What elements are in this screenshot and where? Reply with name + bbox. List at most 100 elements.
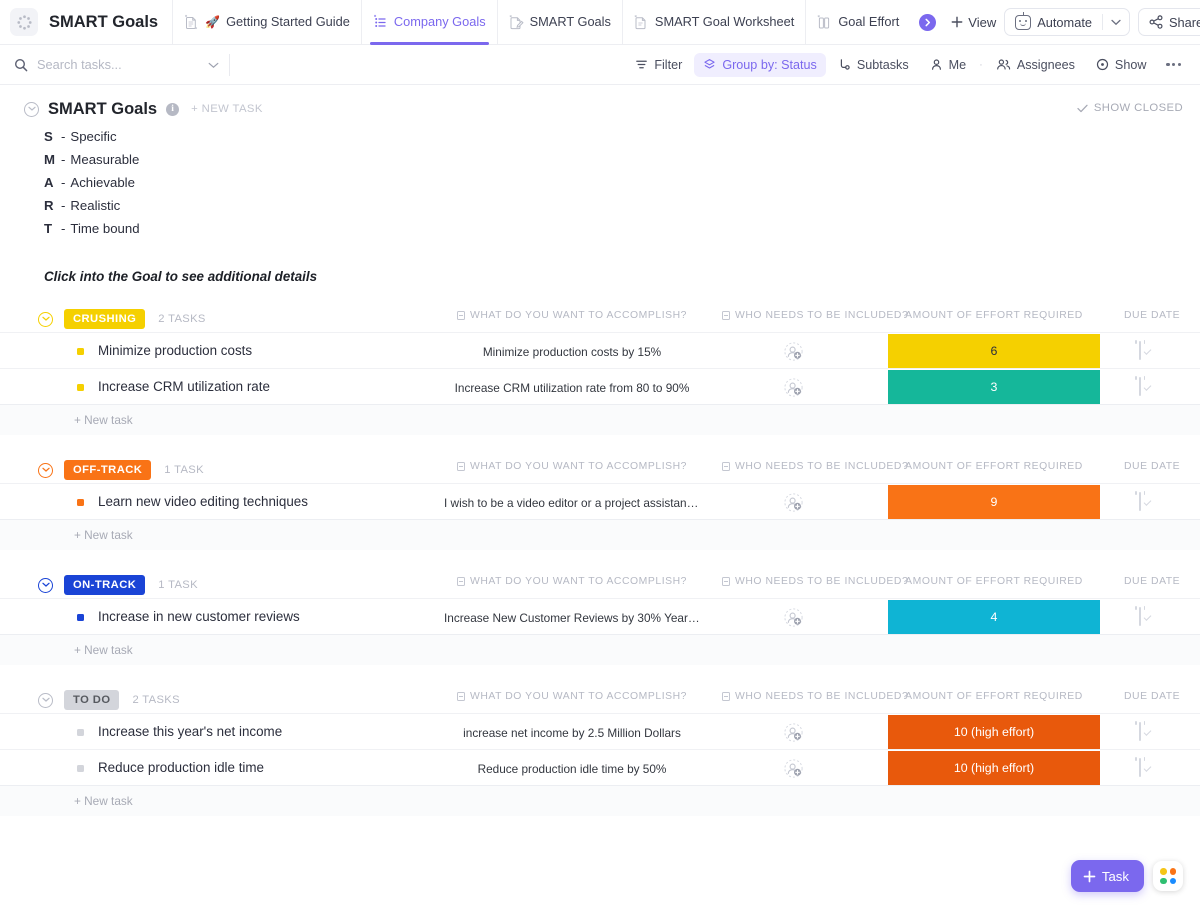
search-tasks-container[interactable] xyxy=(14,45,219,85)
tab-company-goals[interactable]: Company Goals xyxy=(361,0,497,45)
effort-cell[interactable]: 6 xyxy=(888,334,1100,368)
table-row[interactable]: Learn new video editing techniques I wish… xyxy=(0,484,1200,520)
new-task-row[interactable]: + New task xyxy=(0,405,1200,435)
column-header-due-date[interactable]: DUE DATE xyxy=(1124,576,1180,587)
status-dot-icon[interactable] xyxy=(77,614,84,621)
info-icon[interactable]: i xyxy=(166,103,179,116)
add-assignee-button[interactable] xyxy=(784,493,803,512)
due-date-cell[interactable] xyxy=(1139,342,1157,360)
new-task-row[interactable]: + New task xyxy=(0,635,1200,665)
status-badge[interactable]: TO DO xyxy=(64,690,119,710)
new-task-header-button[interactable]: + NEW TASK xyxy=(191,103,263,115)
search-input[interactable] xyxy=(37,57,157,72)
due-date-cell[interactable] xyxy=(1139,608,1157,626)
chevron-down-icon[interactable] xyxy=(1103,9,1129,35)
task-name[interactable]: Increase CRM utilization rate xyxy=(98,379,270,394)
due-date-cell[interactable] xyxy=(1139,493,1157,511)
task-accomplish-value[interactable]: Minimize production costs by 15% xyxy=(444,345,700,359)
status-dot-icon[interactable] xyxy=(77,499,84,506)
column-header-accomplish[interactable]: WHAT DO YOU WANT TO ACCOMPLISH? xyxy=(444,691,700,702)
effort-cell[interactable]: 4 xyxy=(888,600,1100,634)
status-badge[interactable]: OFF-TRACK xyxy=(64,460,151,480)
task-accomplish-value[interactable]: increase net income by 2.5 Million Dolla… xyxy=(444,726,700,740)
more-options-icon[interactable] xyxy=(1158,57,1189,72)
filter-button[interactable]: Filter xyxy=(626,53,691,77)
clickup-logo-icon[interactable] xyxy=(10,8,38,36)
status-badge[interactable]: CRUSHING xyxy=(64,309,145,329)
column-header-effort[interactable]: AMOUNT OF EFFORT REQUIRED xyxy=(888,691,1100,702)
column-header-due-date[interactable]: DUE DATE xyxy=(1124,691,1180,702)
effort-cell[interactable]: 3 xyxy=(888,370,1100,404)
share-button[interactable]: Share xyxy=(1138,8,1200,36)
legend-item-t: T - Time bound xyxy=(44,221,1200,244)
due-date-cell[interactable] xyxy=(1139,723,1157,741)
group-by-button[interactable]: Group by: Status xyxy=(694,53,826,77)
column-header-included[interactable]: WHO NEEDS TO BE INCLUDED? xyxy=(722,691,908,702)
collapse-list-icon[interactable] xyxy=(24,102,39,117)
column-header-included[interactable]: WHO NEEDS TO BE INCLUDED? xyxy=(722,576,908,587)
column-header-effort[interactable]: AMOUNT OF EFFORT REQUIRED xyxy=(888,576,1100,587)
add-assignee-button[interactable] xyxy=(784,342,803,361)
automate-button[interactable]: Automate xyxy=(1004,8,1130,36)
task-accomplish-value[interactable]: Reduce production idle time by 50% xyxy=(444,762,700,776)
task-name[interactable]: Reduce production idle time xyxy=(98,760,264,775)
table-row[interactable]: Reduce production idle time Reduce produc… xyxy=(0,750,1200,786)
status-dot-icon[interactable] xyxy=(77,729,84,736)
collapse-group-icon[interactable] xyxy=(38,463,53,478)
legend-dash: - xyxy=(61,175,65,190)
task-accomplish-value[interactable]: I wish to be a video editor or a project… xyxy=(444,496,700,510)
task-name[interactable]: Learn new video editing techniques xyxy=(98,494,308,509)
due-date-cell[interactable] xyxy=(1139,759,1157,777)
check-icon xyxy=(1077,104,1088,113)
status-dot-icon[interactable] xyxy=(77,348,84,355)
collapse-group-icon[interactable] xyxy=(38,578,53,593)
effort-cell[interactable]: 9 xyxy=(888,485,1100,519)
table-row[interactable]: Increase this year's net income increase … xyxy=(0,714,1200,750)
create-task-fab[interactable]: Task xyxy=(1071,860,1144,892)
effort-cell[interactable]: 10 (high effort) xyxy=(888,751,1100,785)
column-header-included[interactable]: WHO NEEDS TO BE INCLUDED? xyxy=(722,461,908,472)
task-name[interactable]: Minimize production costs xyxy=(98,343,252,358)
task-name[interactable]: Increase in new customer reviews xyxy=(98,609,300,624)
column-header-accomplish[interactable]: WHAT DO YOU WANT TO ACCOMPLISH? xyxy=(444,461,700,472)
table-row[interactable]: Minimize production costs Minimize produc… xyxy=(0,333,1200,369)
column-header-accomplish[interactable]: WHAT DO YOU WANT TO ACCOMPLISH? xyxy=(444,576,700,587)
assignees-filter-button[interactable]: Assignees xyxy=(987,53,1084,77)
table-row[interactable]: Increase CRM utilization rate Increase CR… xyxy=(0,369,1200,405)
me-filter-button[interactable]: Me xyxy=(921,53,976,77)
add-assignee-button[interactable] xyxy=(784,759,803,778)
due-date-cell[interactable] xyxy=(1139,378,1157,396)
column-header-due-date[interactable]: DUE DATE xyxy=(1124,310,1180,321)
effort-cell[interactable]: 10 (high effort) xyxy=(888,715,1100,749)
collapse-group-icon[interactable] xyxy=(38,312,53,327)
column-header-effort[interactable]: AMOUNT OF EFFORT REQUIRED xyxy=(888,310,1100,321)
task-name[interactable]: Increase this year's net income xyxy=(98,724,282,739)
table-row[interactable]: Increase in new customer reviews Increase… xyxy=(0,599,1200,635)
column-header-included[interactable]: WHO NEEDS TO BE INCLUDED? xyxy=(722,310,908,321)
status-dot-icon[interactable] xyxy=(77,384,84,391)
column-header-due-date[interactable]: DUE DATE xyxy=(1124,461,1180,472)
add-assignee-button[interactable] xyxy=(784,608,803,627)
add-assignee-button[interactable] xyxy=(784,723,803,742)
status-dot-icon[interactable] xyxy=(77,765,84,772)
tab-smart-goals[interactable]: SMART Goals xyxy=(497,0,622,45)
add-view-button[interactable]: View xyxy=(943,10,1004,35)
status-badge[interactable]: ON-TRACK xyxy=(64,575,145,595)
show-button[interactable]: Show xyxy=(1087,53,1156,77)
collapse-group-icon[interactable] xyxy=(38,693,53,708)
task-accomplish-value[interactable]: Increase New Customer Reviews by 30% Yea… xyxy=(444,611,700,625)
task-accomplish-value[interactable]: Increase CRM utilization rate from 80 to… xyxy=(444,381,700,395)
tab-smart-goal-worksheet[interactable]: SMART Goal Worksheet xyxy=(622,0,805,45)
tab-goal-effort[interactable]: Goal Effort xyxy=(805,0,910,45)
subtasks-button[interactable]: Subtasks xyxy=(829,53,918,77)
new-task-row[interactable]: + New task xyxy=(0,520,1200,550)
column-header-effort[interactable]: AMOUNT OF EFFORT REQUIRED xyxy=(888,461,1100,472)
chevron-right-circle-icon[interactable] xyxy=(919,14,936,31)
tab-getting-started-guide[interactable]: 🚀 Getting Started Guide xyxy=(172,0,361,45)
show-closed-toggle[interactable]: SHOW CLOSED xyxy=(1077,102,1183,114)
add-assignee-button[interactable] xyxy=(784,378,803,397)
search-chevron-down-icon[interactable] xyxy=(208,56,219,74)
new-task-row[interactable]: + New task xyxy=(0,786,1200,816)
apps-grid-icon[interactable] xyxy=(1153,861,1183,891)
column-header-accomplish[interactable]: WHAT DO YOU WANT TO ACCOMPLISH? xyxy=(444,310,700,321)
